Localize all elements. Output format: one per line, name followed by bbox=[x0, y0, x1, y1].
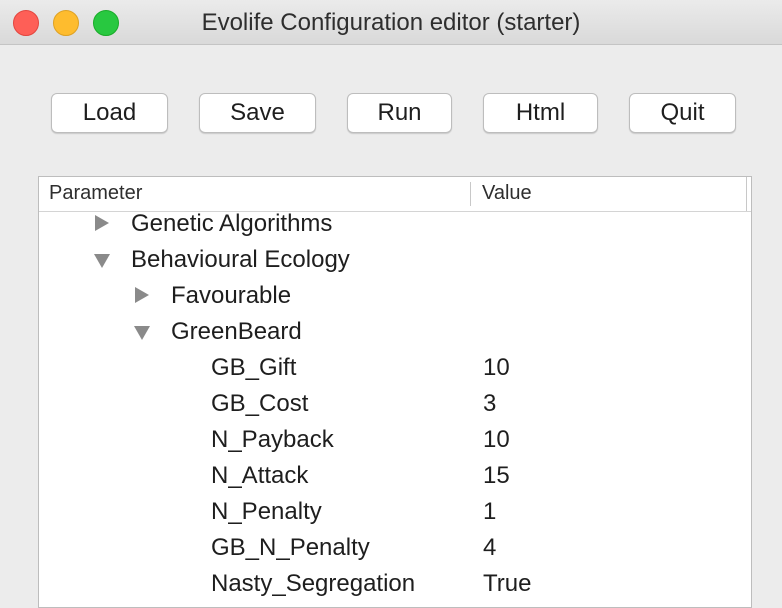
param-value[interactable]: 15 bbox=[483, 462, 510, 490]
param-value[interactable]: 1 bbox=[483, 498, 496, 526]
column-header-value[interactable]: Value bbox=[482, 182, 532, 205]
tree-node-label: Behavioural Ecology bbox=[131, 246, 350, 273]
tree-node-label: Favourable bbox=[171, 282, 292, 309]
collapsed-arrow-icon[interactable] bbox=[135, 287, 149, 303]
window-title: Evolife Configuration editor (starter) bbox=[201, 9, 581, 36]
title-bar: Evolife Configuration editor (starter) bbox=[0, 0, 782, 45]
expanded-arrow-icon[interactable] bbox=[94, 254, 110, 268]
tree-node-genetic-algorithms[interactable]: Genetic Algorithms bbox=[39, 205, 751, 241]
param-row-n-attack[interactable]: N_Attack 15 bbox=[39, 457, 751, 493]
param-name: Nasty_Segregation bbox=[211, 570, 416, 597]
tree-node-greenbeard[interactable]: GreenBeard bbox=[39, 313, 751, 349]
param-name: GB_Cost bbox=[211, 390, 309, 417]
column-header-parameter[interactable]: Parameter bbox=[49, 182, 142, 205]
tree-node-favourable[interactable]: Favourable bbox=[39, 277, 751, 313]
param-value[interactable]: 10 bbox=[483, 354, 510, 382]
parameter-tree[interactable]: Parameter Value Genetic Algorithms Behav… bbox=[38, 176, 752, 608]
tree-node-label: GreenBeard bbox=[171, 318, 302, 345]
run-button[interactable]: Run bbox=[347, 93, 452, 133]
column-divider[interactable] bbox=[470, 182, 471, 206]
param-name: N_Payback bbox=[211, 426, 334, 453]
param-name: N_Penalty bbox=[211, 498, 322, 525]
param-value[interactable]: 3 bbox=[483, 390, 496, 418]
load-button[interactable]: Load bbox=[51, 93, 168, 133]
param-row-gb-n-penalty[interactable]: GB_N_Penalty 4 bbox=[39, 529, 751, 565]
tree-node-behavioural-ecology[interactable]: Behavioural Ecology bbox=[39, 241, 751, 277]
expanded-arrow-icon[interactable] bbox=[134, 326, 150, 340]
param-name: N_Attack bbox=[211, 462, 309, 489]
param-name: GB_N_Penalty bbox=[211, 534, 370, 561]
param-row-nasty-segregation[interactable]: Nasty_Segregation True bbox=[39, 565, 751, 601]
collapsed-arrow-icon[interactable] bbox=[95, 215, 109, 231]
save-button[interactable]: Save bbox=[199, 93, 316, 133]
quit-button[interactable]: Quit bbox=[629, 93, 736, 133]
param-row-gb-cost[interactable]: GB_Cost 3 bbox=[39, 385, 751, 421]
param-value[interactable]: 4 bbox=[483, 534, 496, 562]
param-row-n-penalty[interactable]: N_Penalty 1 bbox=[39, 493, 751, 529]
param-name: GB_Gift bbox=[211, 354, 297, 381]
tree-node-label: Genetic Algorithms bbox=[131, 210, 333, 237]
param-value[interactable]: 10 bbox=[483, 426, 510, 454]
html-button[interactable]: Html bbox=[483, 93, 598, 133]
param-row-n-payback[interactable]: N_Payback 10 bbox=[39, 421, 751, 457]
param-row-gb-gift[interactable]: GB_Gift 10 bbox=[39, 349, 751, 385]
param-value[interactable]: True bbox=[483, 570, 531, 598]
